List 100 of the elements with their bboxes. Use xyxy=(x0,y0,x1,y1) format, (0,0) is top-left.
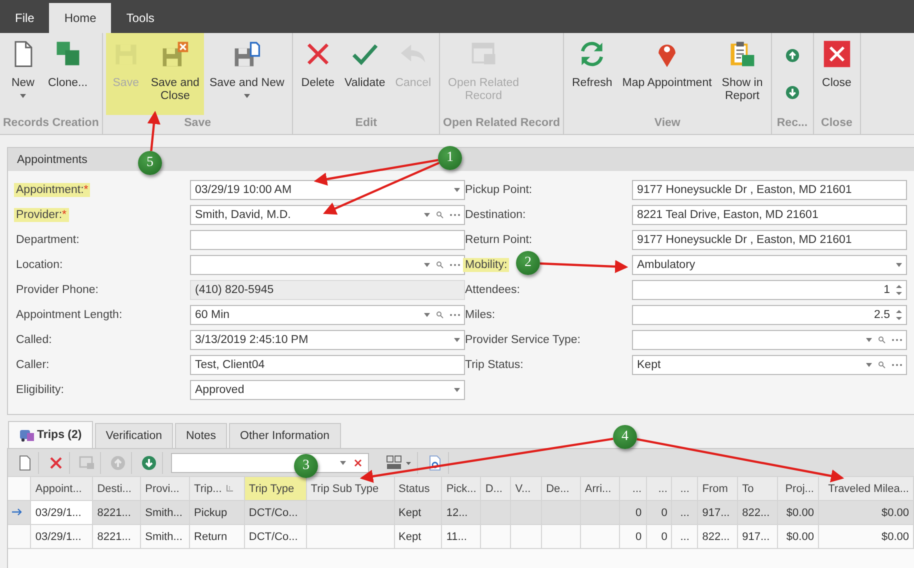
dropdown-arrow-icon xyxy=(424,213,430,217)
layout-icon xyxy=(386,454,412,470)
column-header[interactable]: ... xyxy=(646,476,672,500)
dropdown-arrow-icon xyxy=(454,388,460,392)
search-icon xyxy=(436,211,444,219)
text-field[interactable] xyxy=(190,230,465,250)
lookup-field[interactable]: Smith, David, M.D. xyxy=(190,205,465,225)
dropdown-arrow-icon xyxy=(454,188,460,192)
column-header[interactable]: ... xyxy=(672,476,698,500)
ribbon-button[interactable]: Delete xyxy=(296,33,340,115)
text-field[interactable]: Test, Client04 xyxy=(190,355,465,375)
ribbon-button[interactable]: Show in Report xyxy=(716,33,768,115)
column-header[interactable]: Status xyxy=(394,476,442,500)
table-cell: DCT/Co... xyxy=(248,506,298,518)
text-field[interactable]: 8221 Teal Drive, Easton, MD 21601 xyxy=(632,205,907,225)
search-field[interactable] xyxy=(171,452,369,472)
ribbon-button[interactable]: Validate xyxy=(340,33,390,115)
annotation-arrow xyxy=(147,110,160,152)
dropdown-arrow-icon xyxy=(866,338,872,342)
text-field[interactable]: 9177 Honeysuckle Dr , Easton, MD 21601 xyxy=(632,230,907,250)
ribbon-group-label: Edit xyxy=(355,116,378,131)
tab[interactable]: Trips (2) xyxy=(8,421,93,448)
lookup-field[interactable]: 60 Min xyxy=(190,305,465,325)
lookup-field[interactable]: Kept xyxy=(632,355,907,375)
column-header[interactable]: Provi... xyxy=(140,476,190,500)
spin-field[interactable]: 1 xyxy=(632,280,907,300)
ribbon-button[interactable]: New xyxy=(3,33,43,115)
table-cell: 917... xyxy=(702,506,730,518)
dropdown-arrow-icon xyxy=(896,263,902,267)
field-label: Attendees: xyxy=(465,284,520,296)
tab[interactable]: Verification xyxy=(94,423,173,448)
column-header[interactable]: Pick... xyxy=(442,476,481,500)
table-cell: 12... xyxy=(446,506,468,518)
ribbon-group-label: View xyxy=(654,116,680,131)
dropdown-field[interactable]: 03/29/19 10:00 AM xyxy=(190,180,465,200)
callout-number: 4 xyxy=(613,425,637,449)
column-header[interactable]: Arri... xyxy=(580,476,620,500)
column-header[interactable]: Proj... xyxy=(778,476,818,500)
table-cell: 0 xyxy=(661,530,668,542)
lookup-field[interactable] xyxy=(632,330,907,350)
table-cell: 917... xyxy=(742,530,770,542)
search-icon xyxy=(436,311,444,319)
field-label: Caller: xyxy=(16,359,50,371)
vehicle-icon xyxy=(19,428,35,442)
clear-icon xyxy=(354,458,362,466)
column-header[interactable]: Appoint... xyxy=(30,476,93,500)
ribbon-button[interactable]: Save and New xyxy=(204,33,290,115)
table-cell: 0 xyxy=(635,530,642,542)
column-header[interactable]: De... xyxy=(542,476,580,500)
ribbon-button[interactable]: Map Appointment xyxy=(617,33,717,115)
column-header[interactable]: V... xyxy=(510,476,542,500)
field-label: Miles: xyxy=(465,309,496,321)
ribbon-button[interactable]: Refresh xyxy=(567,33,618,115)
field-label: Eligibility: xyxy=(16,384,64,396)
field-label: Return Point: xyxy=(465,234,532,246)
dropdown-arrow-icon xyxy=(424,263,430,267)
menu-tab[interactable]: File xyxy=(0,3,50,33)
spinner-icon xyxy=(896,309,902,321)
column-header[interactable]: Trip Sub Type xyxy=(306,476,394,500)
text-field[interactable]: 9177 Honeysuckle Dr , Easton, MD 21601 xyxy=(632,180,907,200)
ribbon-button[interactable]: Close xyxy=(816,33,857,115)
dropdown-arrow-icon xyxy=(340,460,346,464)
column-header[interactable]: Trip... xyxy=(190,476,244,500)
table-cell: Smith... xyxy=(145,506,182,518)
tab[interactable]: Notes xyxy=(175,423,228,448)
table-cell: 0 xyxy=(635,506,642,518)
table-cell: 822... xyxy=(742,506,770,518)
field-label: Pickup Point: xyxy=(465,184,532,196)
dropdown-field[interactable]: 3/13/2019 2:45:10 PM xyxy=(190,330,465,350)
spin-field[interactable]: 2.5 xyxy=(632,305,907,325)
save-close-icon xyxy=(160,39,190,69)
column-header[interactable]: Trip Type xyxy=(244,476,306,500)
table-cell: 11... xyxy=(446,530,467,542)
dropdown-arrow-icon xyxy=(866,363,872,367)
dropdown-field[interactable]: Ambulatory xyxy=(632,255,907,275)
spinner-icon xyxy=(896,284,902,296)
table-cell: 8221... xyxy=(97,506,131,518)
column-header[interactable]: To xyxy=(738,476,778,500)
search-icon xyxy=(878,336,886,344)
column-header[interactable]: Desti... xyxy=(92,476,141,500)
ribbon-button[interactable]: Save and Close xyxy=(146,33,204,115)
sort-icon xyxy=(226,484,234,492)
column-header[interactable]: From xyxy=(698,476,738,500)
table-cell: Kept xyxy=(398,506,422,518)
field-label: Provider Service Type: xyxy=(465,334,580,346)
dropdown-field[interactable]: Approved xyxy=(190,380,465,400)
menu-tab[interactable]: Home xyxy=(49,3,112,33)
column-header[interactable]: D... xyxy=(480,476,511,500)
tab[interactable]: Other Information xyxy=(229,423,341,448)
menu-tab[interactable]: Tools xyxy=(111,3,170,33)
table-cell: 8221... xyxy=(97,530,131,542)
table-cell: Pickup xyxy=(194,506,228,518)
column-header[interactable]: ... xyxy=(619,476,646,500)
table-cell: DCT/Co... xyxy=(248,530,298,542)
row-indicator-icon xyxy=(11,508,23,516)
column-header[interactable]: Traveled Milea... xyxy=(818,476,914,500)
dropdown-arrow-icon xyxy=(424,313,430,317)
caret-icon xyxy=(244,94,250,98)
ribbon-button[interactable]: Clone... xyxy=(43,33,93,115)
lookup-field[interactable] xyxy=(190,255,465,275)
